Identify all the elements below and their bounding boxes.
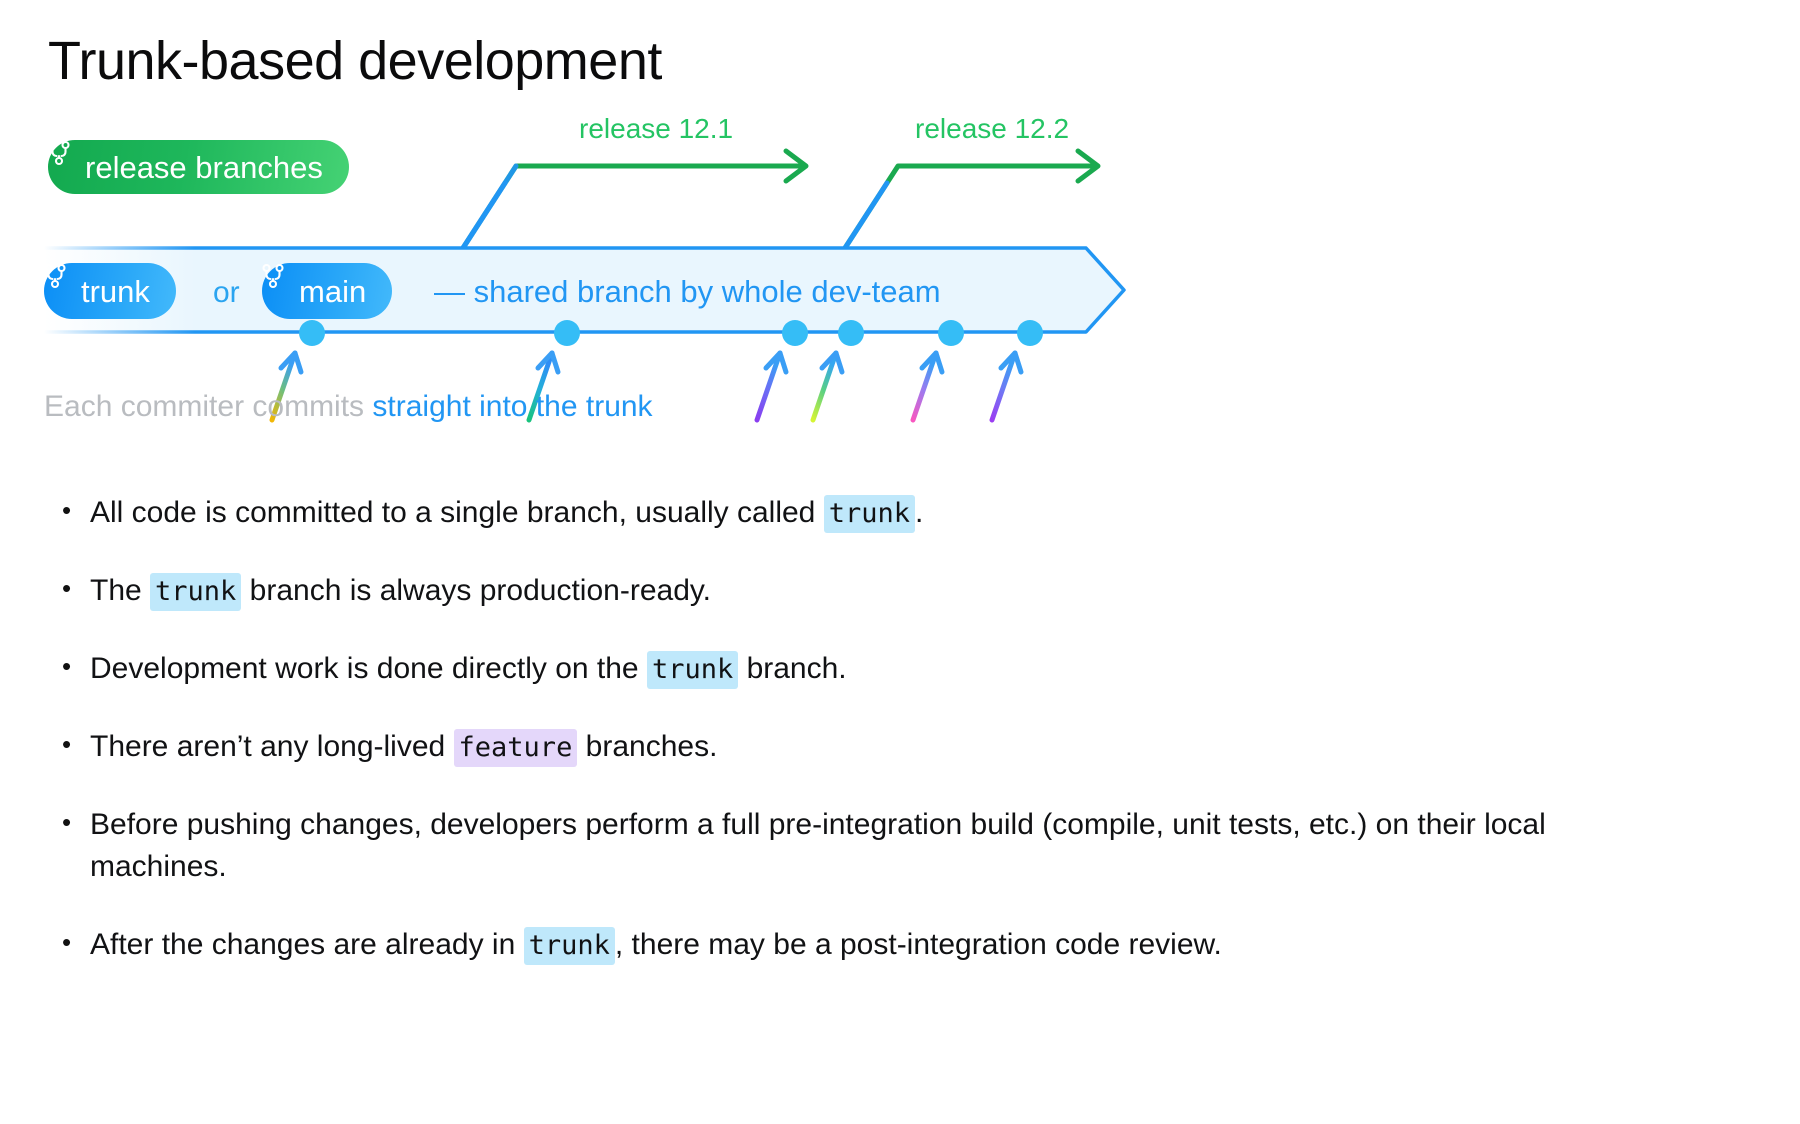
bullet-text: Before pushing changes, developers perfo… (90, 808, 1546, 883)
page-title: Trunk-based development (48, 31, 662, 91)
caption-gray-text: Each commiter commits (44, 390, 365, 423)
caption-blue-text: straight into the trunk (372, 390, 653, 423)
commit-dot (782, 320, 808, 346)
trunk-pill-label: trunk (81, 273, 150, 309)
bullet-marker: • (62, 729, 72, 759)
commit-dot (1017, 320, 1043, 346)
bullet-marker: • (62, 651, 72, 681)
release-branches-pill[interactable]: release branches (48, 140, 349, 194)
bullet-text: Development work is done directly on the… (90, 648, 1556, 690)
commit-arrow (910, 350, 945, 423)
release-branch-12-1 (460, 148, 809, 251)
bullet-marker: • (62, 807, 72, 837)
bullet-list: • All code is committed to a single branc… (56, 492, 1556, 1002)
bullet-item: • The trunk branch is always production-r… (56, 570, 1556, 612)
bullet-marker: • (62, 495, 72, 525)
bullet-item: • There aren’t any long-lived feature bra… (56, 726, 1556, 768)
or-label: or (213, 276, 240, 309)
shared-branch-label: — shared branch by whole dev-team (434, 274, 941, 309)
commit-dot (299, 320, 325, 346)
commit-dot (838, 320, 864, 346)
inline-code: trunk (823, 495, 915, 533)
inline-code: trunk (523, 927, 615, 965)
commit-dot (554, 320, 580, 346)
release-label-12-2: release 12.2 (915, 113, 1070, 144)
commit-arrow (989, 350, 1024, 423)
commit-dot (938, 320, 964, 346)
release-branches-pill-label: release branches (85, 149, 323, 185)
inline-code: trunk (646, 651, 739, 689)
release-branch-12-2 (842, 148, 1101, 251)
trunk-pill[interactable]: trunk (44, 263, 176, 319)
bullet-text: After the changes are already in trunk, … (90, 924, 1556, 966)
main-pill-label: main (299, 273, 367, 309)
bullet-item: • Before pushing changes, developers perf… (56, 804, 1556, 888)
slide-root: Trunk-based development release 12.1 rel… (0, 0, 1800, 1124)
inline-code: feature (453, 729, 578, 767)
trunk-based-diagram: release 12.1 release 12.2 release branch… (0, 100, 1800, 500)
commit-arrow (754, 350, 789, 423)
bullet-marker: • (62, 573, 72, 603)
inline-code: trunk (150, 573, 242, 611)
bullet-text: There aren’t any long-lived feature bran… (90, 726, 1556, 768)
commit-arrow (810, 350, 845, 423)
bullet-marker: • (62, 927, 72, 957)
main-pill[interactable]: main (262, 263, 393, 319)
bullet-item: • After the changes are already in trunk,… (56, 924, 1556, 966)
release-label-12-1: release 12.1 (579, 113, 734, 144)
commiter-caption: Each commiter commits straight into the … (44, 390, 653, 424)
bullet-text: All code is committed to a single branch… (90, 492, 1556, 534)
bullet-text: The trunk branch is always production-re… (90, 570, 1556, 612)
bullet-item: • All code is committed to a single branc… (56, 492, 1556, 534)
bullet-item: • Development work is done directly on th… (56, 648, 1556, 690)
